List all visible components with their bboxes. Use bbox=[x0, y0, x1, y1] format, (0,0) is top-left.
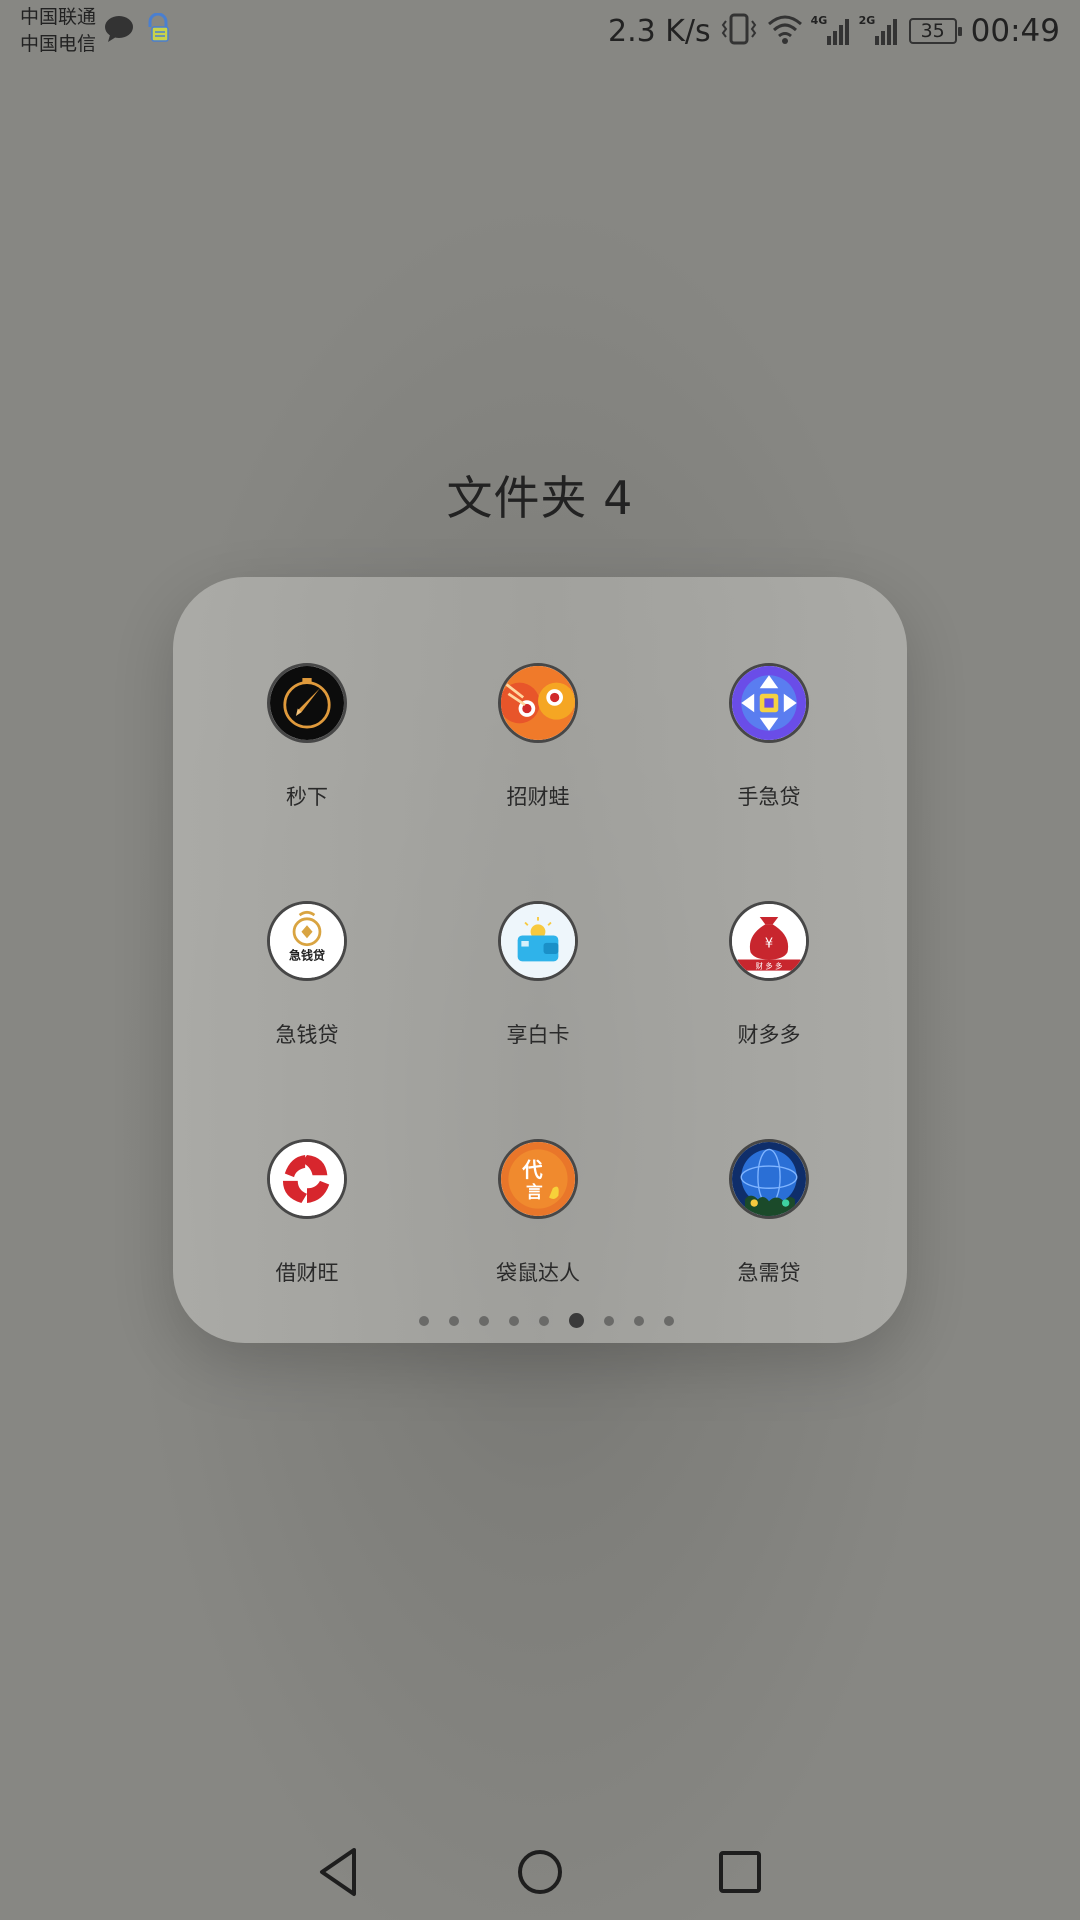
gold-coin-bag-icon: 急钱贷 bbox=[267, 901, 347, 981]
recents-icon[interactable] bbox=[712, 1844, 768, 1900]
red-swirl-icon bbox=[267, 1139, 347, 1219]
page-dot[interactable] bbox=[633, 1315, 644, 1326]
carrier-2: 中国电信 bbox=[20, 33, 97, 55]
app-miaoxia[interactable]: 秒下 bbox=[207, 663, 407, 833]
orange-kangaroo-icon: 代言 bbox=[498, 1139, 578, 1219]
blue-globe-icon bbox=[729, 1139, 809, 1219]
signal-1-type: 4G bbox=[810, 14, 828, 27]
svg-text:财 多 多: 财 多 多 bbox=[756, 962, 783, 971]
red-money-bag-icon: ¥ 财 多 多 bbox=[729, 901, 809, 981]
lucky-frog-icon bbox=[498, 663, 578, 743]
page-dot[interactable] bbox=[478, 1315, 489, 1326]
blue-wallet-icon bbox=[498, 901, 578, 981]
message-icon bbox=[104, 15, 134, 47]
folder-panel: 秒下 招财蛙 手急贷 急钱贷 急钱贷 享白卡 ¥ 财 多 多 财多多 借财旺 代… bbox=[173, 577, 907, 1343]
page-dot[interactable] bbox=[418, 1315, 429, 1326]
folder-title[interactable]: 文件夹 4 bbox=[0, 462, 1080, 528]
notification-icons bbox=[104, 12, 172, 49]
app-label: 借财旺 bbox=[275, 1261, 339, 1285]
signal-2-type: 2G bbox=[858, 14, 876, 27]
app-shoujidai[interactable]: 手急贷 bbox=[669, 663, 869, 833]
app-daishudaren[interactable]: 代言 袋鼠达人 bbox=[438, 1139, 638, 1309]
svg-text:¥: ¥ bbox=[765, 936, 773, 951]
app-label: 袋鼠达人 bbox=[496, 1261, 580, 1285]
page-dot[interactable] bbox=[448, 1315, 459, 1326]
battery-level: 35 bbox=[920, 20, 945, 42]
page-dot[interactable] bbox=[663, 1315, 674, 1326]
page-dot[interactable] bbox=[538, 1315, 549, 1326]
rocket-compass-icon bbox=[267, 663, 347, 743]
app-jiqiandai[interactable]: 急钱贷 急钱贷 bbox=[207, 901, 407, 1071]
purple-coin-arrows-icon bbox=[729, 663, 809, 743]
app-xiangbaika[interactable]: 享白卡 bbox=[438, 901, 638, 1071]
back-icon[interactable] bbox=[312, 1844, 368, 1900]
app-zhaocaiwa[interactable]: 招财蛙 bbox=[438, 663, 638, 833]
app-label: 秒下 bbox=[286, 785, 328, 809]
network-speed: 2.3 K/s bbox=[608, 13, 711, 49]
vibrate-icon bbox=[721, 12, 757, 50]
status-right: 2.3 K/s 4G 2G 35 00:49 bbox=[608, 8, 1060, 54]
page-dot[interactable] bbox=[603, 1315, 614, 1326]
app-jiecaiwang[interactable]: 借财旺 bbox=[207, 1139, 407, 1309]
battery-icon: 35 bbox=[908, 18, 962, 44]
wifi-icon bbox=[767, 13, 803, 49]
app-jixudai[interactable]: 急需贷 bbox=[669, 1139, 869, 1309]
carrier-labels: 中国联通 中国电信 bbox=[20, 4, 96, 58]
svg-text:代: 代 bbox=[521, 1158, 543, 1182]
app-label: 招财蛙 bbox=[506, 785, 570, 809]
status-bar: 中国联通 中国电信 2.3 K/s 4G 2G 35 00:49 bbox=[0, 0, 1080, 64]
page-indicator bbox=[173, 1313, 907, 1328]
app-label: 享白卡 bbox=[506, 1023, 570, 1047]
carrier-1: 中国联通 bbox=[20, 6, 97, 28]
app-label: 财多多 bbox=[737, 1023, 801, 1047]
svg-text:急钱贷: 急钱贷 bbox=[289, 948, 325, 963]
svg-text:言: 言 bbox=[526, 1182, 543, 1202]
signal-2g-icon: 2G bbox=[858, 14, 899, 46]
app-label: 急需贷 bbox=[737, 1261, 801, 1285]
page-dot[interactable] bbox=[508, 1315, 519, 1326]
navigation-bar bbox=[0, 1820, 1080, 1920]
home-icon[interactable] bbox=[512, 1844, 568, 1900]
page-dot-active[interactable] bbox=[568, 1313, 584, 1328]
signal-4g-icon: 4G bbox=[810, 14, 851, 46]
vpn-lock-icon bbox=[144, 12, 172, 49]
clock: 00:49 bbox=[970, 13, 1060, 49]
app-caiduoduo[interactable]: ¥ 财 多 多 财多多 bbox=[669, 901, 869, 1071]
app-label: 急钱贷 bbox=[275, 1023, 339, 1047]
app-label: 手急贷 bbox=[737, 785, 801, 809]
